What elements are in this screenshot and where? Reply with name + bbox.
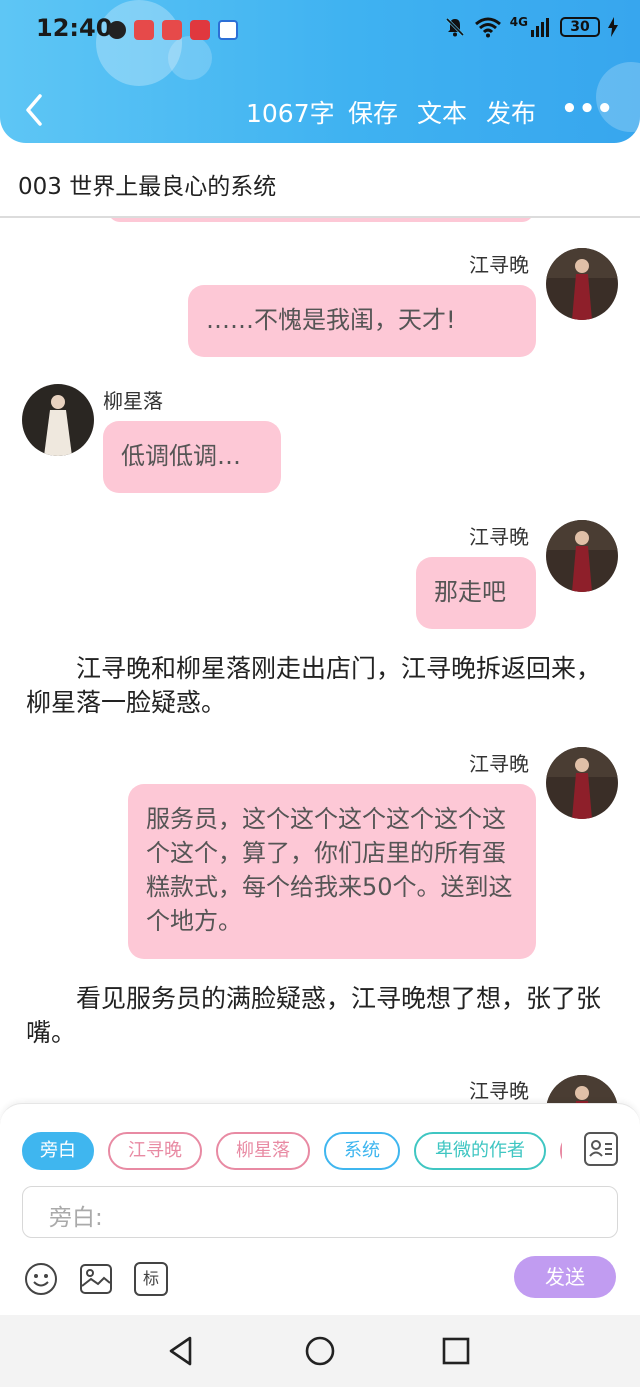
huawei-notification-icon [190, 20, 210, 40]
chat-bubble[interactable]: ……不愧是我闺，天才! [188, 285, 536, 357]
role-selector: 旁白 江寻晚 柳星落 系统 卑微的作者 [22, 1132, 562, 1172]
role-chip-system[interactable]: 系统 [324, 1132, 400, 1170]
avatar-image [546, 747, 618, 819]
tag-button-label: 标 [142, 1269, 159, 1288]
chat-bubble[interactable]: 那走吧 [416, 557, 536, 629]
app-notification-icon [218, 20, 238, 40]
chat-area[interactable]: 江寻晚 ……不愧是我闺，天才! 柳星落 低调低调… 江寻晚 那走吧 江寻晚和柳星… [0, 218, 640, 1108]
speaker-name: 柳星落 [103, 389, 163, 413]
narration-text[interactable]: 看见服务员的满脸疑惑，江寻晚想了想，张了张嘴。 [26, 982, 606, 1050]
narration-text[interactable]: 江寻晚和柳星落刚走出店门，江寻晚拆返回来，柳星落一脸疑惑。 [26, 652, 606, 720]
speaker-name: 江寻晚 [469, 525, 529, 549]
back-arrow-icon[interactable] [20, 92, 50, 128]
home-circle-icon[interactable] [304, 1335, 336, 1367]
tag-button[interactable]: 标 [134, 1262, 168, 1296]
avatar-image [546, 248, 618, 320]
network-type: 4G [509, 15, 528, 29]
editor-toolbar: 1067字 保存 文本 发布 ••• [0, 80, 640, 140]
contact-card-glyph [589, 1140, 612, 1157]
speaker-name: 江寻晚 [469, 752, 529, 776]
save-button[interactable]: 保存 [348, 94, 398, 130]
recents-square-icon[interactable] [440, 1335, 472, 1367]
word-count: 1067字 [246, 99, 335, 128]
message-input[interactable]: 旁白: [22, 1186, 618, 1238]
chapter-title-bar: 003 世界上最良心的系统 [0, 143, 640, 218]
app-notification-icon [108, 21, 126, 39]
text-mode-button[interactable]: 文本 [417, 94, 467, 130]
mute-bell-icon [445, 17, 464, 37]
image-icon[interactable] [79, 1262, 113, 1296]
charging-icon [608, 17, 618, 37]
app-notification-icon [162, 20, 182, 40]
system-navigation-bar [0, 1315, 640, 1387]
publish-button[interactable]: 发布 [486, 94, 536, 130]
status-icons: 4G 30 [444, 15, 618, 38]
back-triangle-icon[interactable] [166, 1335, 198, 1367]
avatar-image [22, 384, 94, 456]
avatar-jiangxunwan[interactable] [546, 248, 618, 320]
composer-panel: 旁白 江寻晚 柳星落 系统 卑微的作者 旁白: 标 发送 [0, 1103, 640, 1315]
emoji-icon[interactable] [24, 1262, 58, 1296]
message-input-placeholder: 旁白: [49, 1205, 103, 1231]
wifi-icon [474, 17, 501, 38]
role-chip-liuxingluo[interactable]: 柳星落 [216, 1132, 310, 1170]
chat-editor-screen: 12:40 4G 30 1067字 保存 文本 发布 ••• 003 世界上最良… [0, 0, 640, 1387]
send-button[interactable]: 发送 [514, 1256, 616, 1298]
chapter-title[interactable]: 003 世界上最良心的系统 [18, 167, 276, 201]
chat-bubble[interactable]: 服务员，这个这个这个这个这个这个这个，算了，你们店里的所有蛋糕款式，每个给我来5… [128, 784, 536, 959]
contact-card-icon[interactable] [584, 1132, 618, 1166]
status-time: 12:40 [36, 14, 113, 42]
signal-icon [531, 18, 549, 37]
role-chip-narrator[interactable]: 旁白 [22, 1132, 94, 1170]
app-notification-icon [134, 20, 154, 40]
speaker-name: 江寻晚 [469, 253, 529, 277]
role-chip-author[interactable]: 卑微的作者 [414, 1132, 546, 1170]
avatar-liuxingluo[interactable] [22, 384, 94, 456]
role-chip-jiangxunwan[interactable]: 江寻晚 [108, 1132, 202, 1170]
role-chip-partial[interactable] [560, 1132, 562, 1170]
chat-bubble-partial [108, 218, 534, 222]
header: 12:40 4G 30 1067字 保存 文本 发布 ••• [0, 0, 640, 143]
more-options-icon[interactable]: ••• [561, 94, 614, 124]
avatar-image [546, 520, 618, 592]
chat-bubble[interactable]: 低调低调… [103, 421, 281, 493]
status-bar: 12:40 4G 30 [0, 0, 640, 60]
avatar-jiangxunwan[interactable] [546, 747, 618, 819]
avatar-jiangxunwan[interactable] [546, 520, 618, 592]
battery-level: 30 [560, 17, 600, 37]
speaker-name: 江寻晚 [469, 1079, 529, 1103]
